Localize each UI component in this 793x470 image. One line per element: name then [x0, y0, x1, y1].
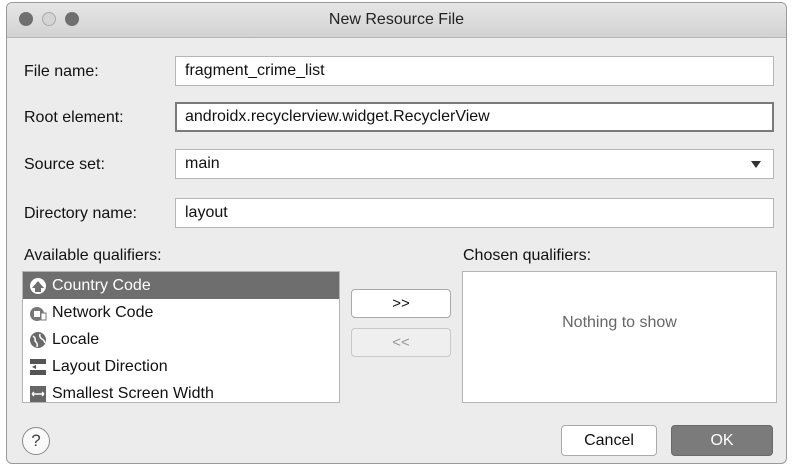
remove-qualifier-button[interactable]: <<	[351, 328, 451, 357]
globe-icon	[30, 331, 46, 348]
add-qualifier-button[interactable]: >>	[351, 289, 451, 318]
country-code-icon	[30, 277, 46, 294]
window-title: New Resource File	[328, 11, 465, 28]
network-code-icon	[30, 306, 47, 321]
directory-name-label: Directory name:	[24, 205, 137, 222]
qualifier-label: Smallest Screen Width	[52, 384, 214, 402]
screen-width-icon	[30, 385, 46, 402]
file-name-label: File name:	[24, 63, 99, 80]
source-set-value: main	[185, 155, 220, 172]
ok-button[interactable]: OK	[671, 425, 773, 456]
root-element-label: Root element:	[24, 109, 124, 126]
available-qualifiers-label: Available qualifiers:	[24, 247, 162, 264]
qualifier-layout-direction[interactable]: Layout Direction	[23, 353, 339, 380]
qualifier-network-code[interactable]: Network Code	[23, 299, 339, 326]
qualifier-label: Locale	[52, 330, 100, 348]
chevron-down-icon	[751, 161, 761, 168]
chosen-qualifiers-list[interactable]: Nothing to show	[462, 271, 777, 403]
qualifier-label: Layout Direction	[52, 357, 168, 375]
qualifier-smallest-screen-width[interactable]: Smallest Screen Width	[23, 380, 339, 402]
cancel-button[interactable]: Cancel	[561, 425, 657, 456]
chosen-qualifiers-label: Chosen qualifiers:	[463, 247, 592, 264]
file-name-field[interactable]: fragment_crime_list	[175, 56, 774, 86]
new-resource-file-dialog: New Resource File File name: fragment_cr…	[6, 2, 787, 464]
qualifier-locale[interactable]: Locale	[23, 326, 339, 353]
qualifier-country-code[interactable]: Country Code	[23, 272, 339, 299]
available-qualifiers-list[interactable]: Country Code Network Code Locale Layout …	[22, 271, 340, 403]
empty-list-message: Nothing to show	[562, 314, 677, 331]
source-set-dropdown[interactable]: main	[175, 149, 774, 179]
title-bar: New Resource File	[7, 3, 786, 38]
layout-direction-icon	[30, 358, 46, 375]
source-set-label: Source set:	[24, 156, 105, 173]
directory-name-field[interactable]: layout	[175, 198, 774, 228]
qualifier-label: Network Code	[52, 303, 154, 321]
help-button[interactable]: ?	[22, 427, 50, 455]
root-element-field[interactable]: androidx.recyclerview.widget.RecyclerVie…	[175, 102, 774, 132]
qualifier-label: Country Code	[52, 276, 151, 294]
